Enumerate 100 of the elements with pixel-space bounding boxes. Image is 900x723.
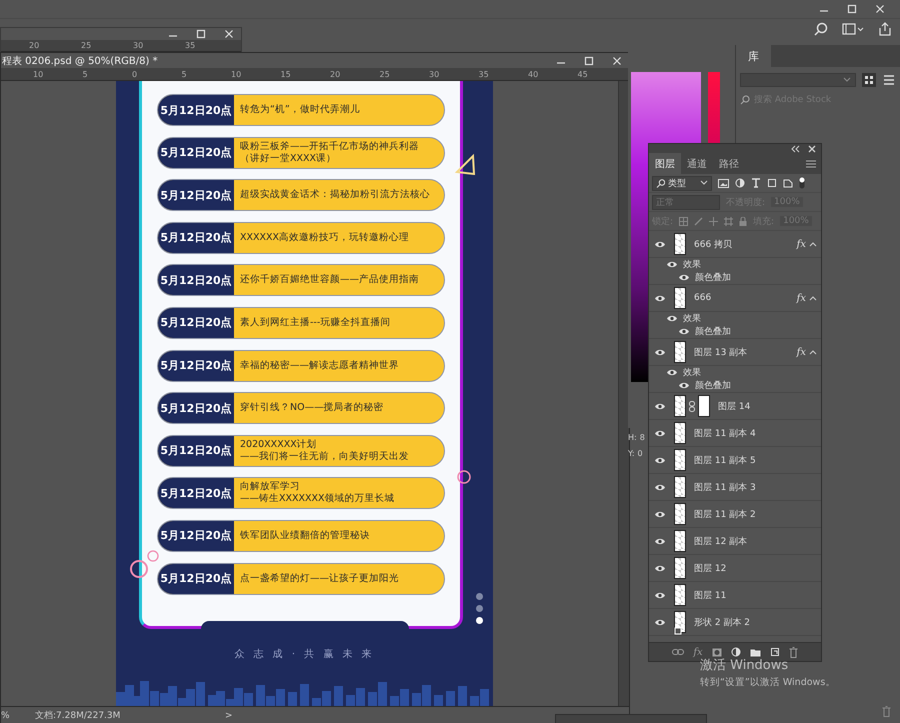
layer-row[interactable]: 图层 14 bbox=[649, 393, 821, 420]
session-title: XXXXXX高效邀粉技巧，玩转邀粉心理 bbox=[240, 232, 410, 244]
visibility-eye-icon[interactable] bbox=[654, 456, 666, 464]
activation-text: 转到“设置”以激活 Windows。 bbox=[700, 676, 836, 689]
visibility-eye-icon[interactable] bbox=[678, 273, 690, 282]
layer-thumbnail bbox=[674, 503, 686, 525]
folder-icon[interactable] bbox=[750, 648, 761, 656]
visibility-eye-icon[interactable] bbox=[654, 294, 666, 302]
menu-icon[interactable] bbox=[806, 160, 816, 168]
scrollbar[interactable] bbox=[618, 81, 629, 706]
shape-filter-icon[interactable] bbox=[767, 178, 777, 188]
info-value: 8 bbox=[640, 433, 645, 442]
session-time: 5月12日20点 bbox=[158, 520, 234, 551]
layer-name: 图层 14 bbox=[718, 400, 752, 412]
new-layer-icon[interactable] bbox=[770, 647, 780, 657]
panel-tab[interactable]: 图层 bbox=[649, 153, 681, 175]
visibility-eye-icon[interactable] bbox=[666, 260, 678, 269]
adjustment-icon[interactable] bbox=[730, 647, 741, 657]
toggle-icon[interactable] bbox=[799, 177, 805, 189]
ruler-number: 5 bbox=[82, 70, 89, 78]
filter-dropdown[interactable]: 类型 bbox=[652, 176, 712, 190]
layer-thumbnail bbox=[674, 449, 686, 471]
search-icon bbox=[740, 95, 750, 105]
layer-row[interactable]: 图层 12 bbox=[649, 555, 821, 582]
layer-row[interactable]: 形状 2 副本 2 bbox=[649, 609, 821, 636]
caret-icon[interactable] bbox=[809, 349, 817, 355]
document-tab[interactable]: 程表 0206.psd @ 50%(RGB/8) * bbox=[1, 54, 158, 68]
layer-row[interactable]: 图层 11 副本 3 bbox=[649, 474, 821, 501]
ruler-number: 30 bbox=[133, 41, 144, 50]
page-dot[interactable] bbox=[476, 617, 483, 624]
session-title: ——铸生XXXXXXX领域的万里长城 bbox=[240, 493, 395, 506]
ruler-number: 0 bbox=[132, 70, 138, 78]
visibility-eye-icon[interactable] bbox=[666, 368, 678, 377]
session-time: 5月12日20点 bbox=[158, 308, 234, 338]
layer-name: 图层 11 副本 3 bbox=[694, 482, 757, 494]
chevron-icon bbox=[700, 180, 708, 186]
visibility-eye-icon[interactable] bbox=[654, 618, 666, 626]
visibility-eye-icon[interactable] bbox=[654, 536, 666, 546]
visibility-eye-icon[interactable] bbox=[654, 482, 666, 492]
smart-object-filter-icon[interactable] bbox=[783, 178, 793, 188]
add-style-button[interactable]: fx bbox=[693, 646, 703, 658]
layer-row[interactable]: 图层 11 bbox=[649, 582, 821, 609]
page-dot[interactable] bbox=[476, 593, 483, 600]
visibility-eye-icon[interactable] bbox=[666, 314, 678, 323]
layer-thumbnail bbox=[674, 584, 686, 606]
effects-label: 效果 bbox=[683, 313, 701, 325]
visibility-eye-icon[interactable] bbox=[678, 381, 690, 390]
session-title: 穿针引线？NO——搅局者的秘密 bbox=[240, 402, 384, 414]
caret-icon[interactable] bbox=[809, 295, 817, 301]
layer-row[interactable]: 图层 12 副本 bbox=[649, 528, 821, 555]
panel-tab[interactable]: 库 bbox=[736, 44, 771, 68]
info-value: 0 bbox=[638, 449, 643, 458]
visibility-eye-icon[interactable] bbox=[654, 402, 666, 410]
layer-name: 图层 11 副本 5 bbox=[694, 454, 757, 466]
activation-title: 激活 Windows bbox=[700, 657, 790, 674]
layer-row[interactable]: 666 fx bbox=[649, 285, 821, 312]
visibility-eye-icon[interactable] bbox=[654, 590, 666, 600]
ring-icon bbox=[457, 470, 471, 484]
search-icon[interactable] bbox=[814, 22, 828, 36]
effects-label: fx bbox=[796, 292, 806, 304]
visibility-eye-icon[interactable] bbox=[654, 428, 666, 438]
visibility-eye-icon[interactable] bbox=[654, 564, 666, 572]
collapse-icon[interactable] bbox=[790, 145, 800, 153]
adjustment-filter-icon[interactable] bbox=[735, 178, 745, 188]
visibility-eye-icon[interactable] bbox=[654, 348, 666, 356]
effects-label: fx bbox=[796, 238, 806, 250]
page-dot[interactable] bbox=[476, 605, 483, 612]
mask-icon[interactable] bbox=[712, 648, 722, 656]
close-icon[interactable] bbox=[223, 28, 235, 40]
status-menu-arrow[interactable]: > bbox=[225, 710, 233, 720]
workspace-icon[interactable] bbox=[842, 23, 864, 35]
close-icon[interactable] bbox=[611, 54, 623, 66]
visibility-eye-icon[interactable] bbox=[654, 240, 666, 248]
link-icon[interactable] bbox=[672, 649, 684, 655]
layer-row[interactable]: 图层 11 副本 4 bbox=[649, 420, 821, 447]
list-view-icon[interactable] bbox=[882, 73, 896, 87]
maximize-icon[interactable] bbox=[195, 28, 207, 40]
visibility-eye-icon[interactable] bbox=[678, 327, 690, 336]
layer-row[interactable]: 图层 11 副本 5 bbox=[649, 447, 821, 474]
close-icon[interactable] bbox=[808, 145, 816, 153]
panel-tab[interactable]: 路径 bbox=[713, 153, 745, 175]
image-filter-icon[interactable] bbox=[718, 178, 729, 188]
effects-label: 效果 bbox=[683, 367, 701, 379]
type-filter-icon[interactable] bbox=[751, 178, 761, 188]
session-title: 还你千娇百媚绝世容颜——产品使用指南 bbox=[240, 274, 419, 286]
grid-view-icon[interactable] bbox=[862, 73, 876, 87]
visibility-eye-icon[interactable] bbox=[654, 510, 666, 518]
close-icon[interactable] bbox=[874, 3, 886, 15]
maximize-icon[interactable] bbox=[583, 54, 595, 66]
layer-name: 图层 11 副本 2 bbox=[694, 508, 757, 520]
share-icon[interactable] bbox=[878, 22, 892, 36]
trash-icon[interactable] bbox=[788, 646, 798, 658]
panel-tab[interactable]: 通道 bbox=[681, 153, 713, 175]
layer-row[interactable]: 666 拷贝 fx bbox=[649, 231, 821, 258]
session-time: 5月12日20点 bbox=[158, 564, 234, 594]
layer-row[interactable]: 图层 13 副本 fx bbox=[649, 339, 821, 366]
maximize-icon[interactable] bbox=[846, 3, 858, 15]
info-label: Y: bbox=[628, 449, 635, 458]
caret-icon[interactable] bbox=[809, 241, 817, 247]
layer-row[interactable]: 图层 11 副本 2 bbox=[649, 501, 821, 528]
